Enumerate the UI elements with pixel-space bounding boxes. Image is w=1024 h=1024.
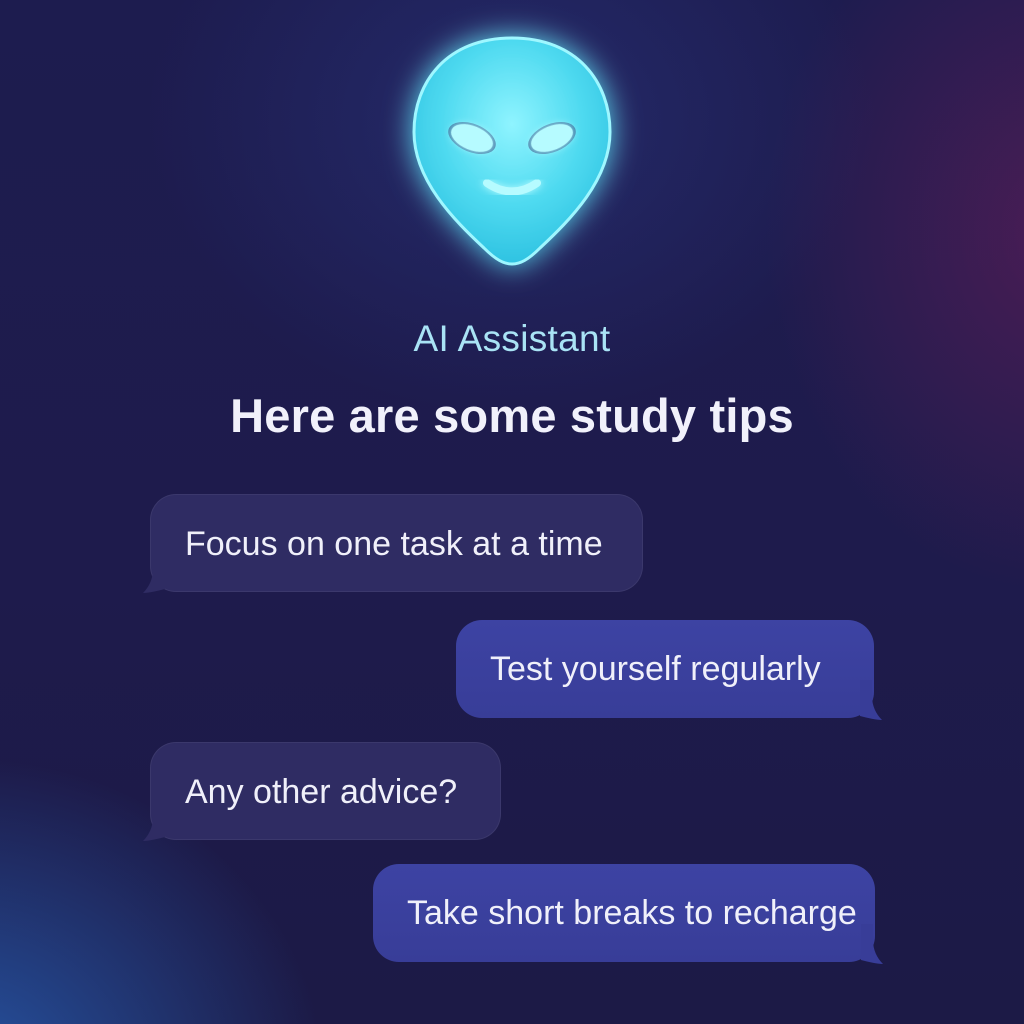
message-text: Any other advice? (185, 773, 458, 811)
message-text: Focus on one task at a time (185, 525, 603, 563)
alien-face-icon (412, 36, 612, 266)
message-bubble-outgoing: Test yourself regularly (456, 620, 882, 720)
assistant-name: AI Assistant (413, 318, 611, 359)
chat-headline: Here are some study tips (230, 389, 794, 442)
bubble-tail (139, 801, 179, 841)
message-bubble-outgoing: Take short breaks to recharge (373, 864, 883, 964)
bubble-tail (846, 680, 886, 720)
assistant-avatar (392, 20, 632, 280)
message-bubble-incoming: Any other advice? (143, 742, 501, 841)
bubble-tail (847, 924, 887, 964)
message-text: Take short breaks to recharge (407, 894, 857, 932)
message-text: Test yourself regularly (490, 650, 821, 688)
message-bubble-incoming: Focus on one task at a time (143, 494, 643, 593)
bubble-tail (139, 553, 179, 593)
